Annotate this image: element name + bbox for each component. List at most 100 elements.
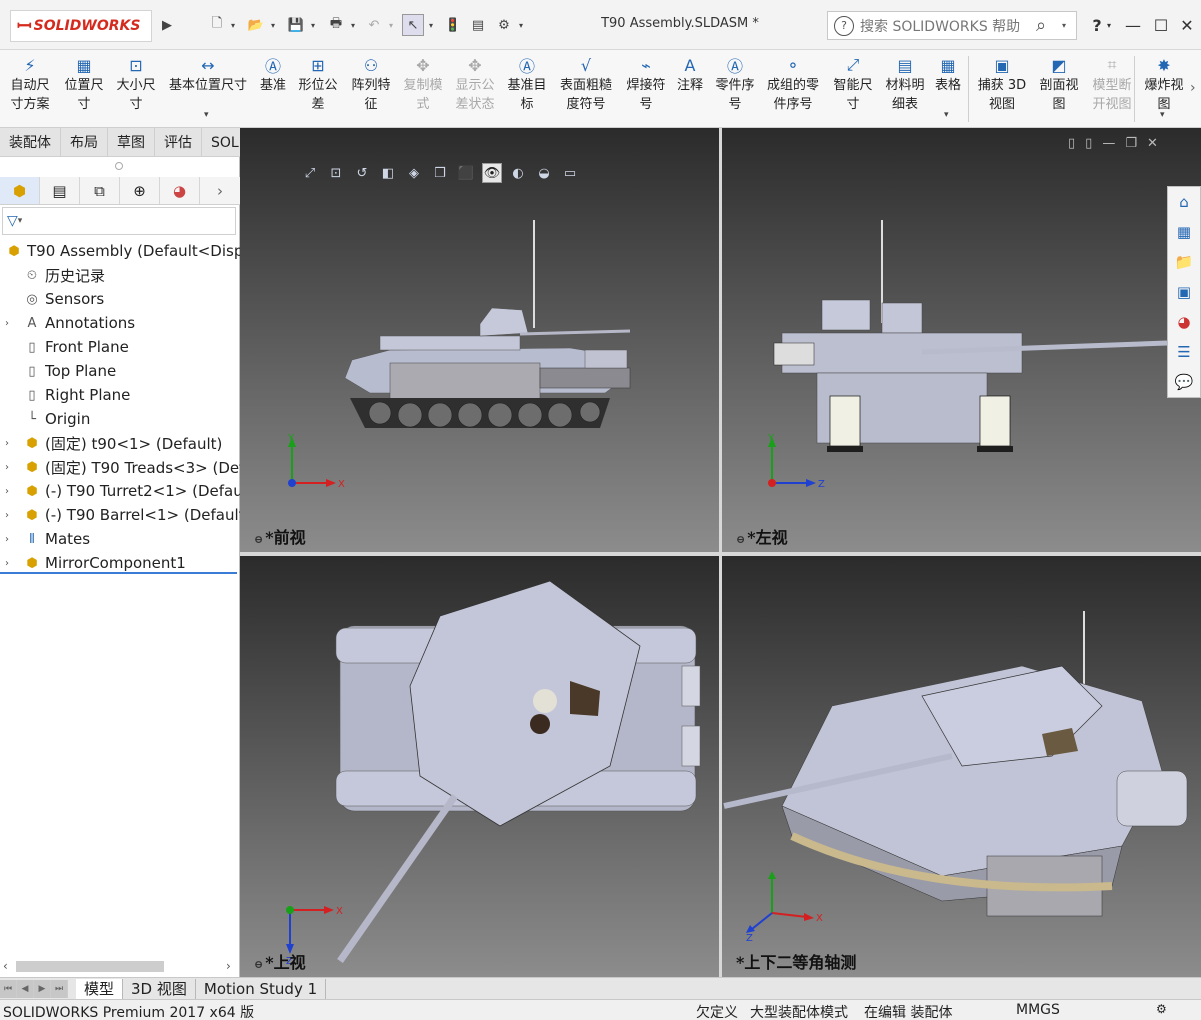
- tree-node[interactable]: › ⬢ (-) T90 Turret2<1> (Defau: [0, 479, 250, 503]
- solidworks-resources-icon[interactable]: ⌂: [1168, 187, 1200, 217]
- tree-node[interactable]: ◎ Sensors: [0, 287, 250, 311]
- cmd-table-button[interactable]: ▦ 表格: [930, 54, 966, 95]
- file-properties-icon[interactable]: ▤: [468, 14, 488, 36]
- two-view-icon[interactable]: ▯: [1085, 136, 1092, 151]
- tab-3[interactable]: 评估: [155, 128, 202, 156]
- select-pointer-icon[interactable]: ↖: [402, 14, 424, 36]
- cmd-dropdown-icon[interactable]: ▾: [204, 110, 209, 120]
- cmd-tolerance-status-button[interactable]: ✥ 显示公 差状态: [450, 54, 500, 114]
- last-tab-arrow-icon[interactable]: ⏭: [51, 979, 68, 998]
- display-manager-tab-icon[interactable]: ◕: [160, 177, 200, 204]
- single-view-icon[interactable]: ▯: [1068, 136, 1075, 151]
- status-settings-icon[interactable]: ⚙: [1156, 1002, 1167, 1016]
- restore-button[interactable]: ☐: [1150, 14, 1172, 36]
- viewport-horizontal-splitter[interactable]: [240, 552, 1201, 556]
- cmd-dropdown-icon[interactable]: ▾: [1160, 110, 1165, 120]
- cmd-bom-button[interactable]: ▤ 材料明 细表: [880, 54, 930, 114]
- zoom-to-area-icon[interactable]: ⊡: [326, 163, 346, 183]
- edit-appearance-icon[interactable]: ◐: [508, 163, 528, 183]
- link-views-icon[interactable]: ⊖: [736, 533, 745, 546]
- tree-node[interactable]: ⏲ 历史记录: [0, 263, 250, 287]
- cmd-copy-scheme-button[interactable]: ✥ 复制模 式: [398, 54, 448, 114]
- link-views-icon[interactable]: ⊖: [254, 958, 263, 971]
- cmd-autodim-button[interactable]: ⚡ 自动尺 寸方案: [4, 54, 56, 114]
- filter-icon[interactable]: ▽: [7, 213, 18, 229]
- cmd-weld-symbol-button[interactable]: ⌁ 焊接符 号: [620, 54, 672, 114]
- cmd-overflow-chevron-icon[interactable]: ›: [1190, 80, 1196, 96]
- dimxpert-tab-icon[interactable]: ⊕: [120, 177, 160, 204]
- expand-arrow-icon[interactable]: ›: [0, 486, 14, 497]
- dynamic-annotation-views-icon[interactable]: ◈: [404, 163, 424, 183]
- solidworks-forum-icon[interactable]: 💬: [1168, 367, 1200, 397]
- undo-icon[interactable]: ↶: [364, 14, 384, 36]
- custom-properties-icon[interactable]: ☰: [1168, 337, 1200, 367]
- cmd-gtol-button[interactable]: ⊞ 形位公 差: [293, 54, 343, 114]
- cmd-basic-location-dim-button[interactable]: ↔ 基本位置尺寸: [162, 54, 254, 95]
- options-gear-icon[interactable]: ⚙: [494, 14, 514, 36]
- search-icon[interactable]: ⌕: [1036, 15, 1062, 36]
- cmd-section-view-button[interactable]: ◩ 剖面视 图: [1033, 54, 1085, 114]
- tree-node[interactable]: › ⬢ (固定) t90<1> (Default): [0, 431, 250, 455]
- expand-arrow-icon[interactable]: ›: [0, 318, 14, 329]
- bottom-tab-1[interactable]: 3D 视图: [123, 978, 196, 999]
- viewport-isometric[interactable]: X Z *上下二等角轴测: [722, 556, 1201, 977]
- prev-tab-arrow-icon[interactable]: ◀: [17, 979, 34, 998]
- tab-0[interactable]: 装配体: [0, 128, 61, 156]
- cmd-datum-button[interactable]: Ⓐ 基准: [255, 54, 291, 95]
- zoom-to-fit-icon[interactable]: ⤢: [300, 163, 320, 183]
- file-explorer-icon[interactable]: 📁: [1168, 247, 1200, 277]
- select-dropdown-icon[interactable]: ▾: [426, 14, 436, 36]
- cmd-model-break-view-button[interactable]: ⌗ 模型断 开视图: [1086, 54, 1138, 114]
- close-button[interactable]: ✕: [1176, 14, 1198, 36]
- open-dropdown-icon[interactable]: ▾: [268, 14, 278, 36]
- save-dropdown-icon[interactable]: ▾: [308, 14, 318, 36]
- cmd-stacked-balloon-button[interactable]: ⚬ 成组的零 件序号: [762, 54, 824, 114]
- expand-arrow-icon[interactable]: ›: [0, 534, 14, 545]
- view-settings-icon[interactable]: ▭: [560, 163, 580, 183]
- solidworks-logo[interactable]: ꟷ SOLIDWORKS: [10, 10, 152, 42]
- status-units[interactable]: MMGS: [1016, 1002, 1060, 1018]
- more-tabs-chevron-icon[interactable]: ›: [200, 177, 240, 204]
- cmd-size-dim-button[interactable]: ⊡ 大小尺 寸: [110, 54, 162, 114]
- configuration-manager-tab-icon[interactable]: ⧉: [80, 177, 120, 204]
- design-library-icon[interactable]: ▦: [1168, 217, 1200, 247]
- cmd-note-button[interactable]: A 注释: [672, 54, 708, 95]
- property-manager-tab-icon[interactable]: ▤: [40, 177, 80, 204]
- cmd-dropdown-icon[interactable]: ▾: [944, 110, 949, 120]
- cmd-surface-finish-button[interactable]: √ 表面粗糙 度符号: [554, 54, 618, 114]
- filter-dropdown-icon[interactable]: ▾: [18, 216, 23, 226]
- tree-node[interactable]: › ⫴ Mates: [0, 527, 250, 551]
- vp-minimize-icon[interactable]: —: [1102, 136, 1115, 151]
- vp-close-icon[interactable]: ✕: [1147, 136, 1158, 151]
- expand-arrow-icon[interactable]: ›: [0, 510, 14, 521]
- minimize-button[interactable]: —: [1122, 14, 1144, 36]
- tree-node[interactable]: ▯ Right Plane: [0, 383, 250, 407]
- bottom-tab-2[interactable]: Motion Study 1: [196, 978, 327, 999]
- help-dropdown-icon[interactable]: ▾: [1104, 14, 1114, 36]
- tree-node[interactable]: › ⬢ (固定) T90 Treads<3> (Def: [0, 455, 250, 479]
- section-view-hud-icon[interactable]: ◧: [378, 163, 398, 183]
- scroll-left-icon[interactable]: ‹: [3, 959, 8, 973]
- tree-node[interactable]: └ Origin: [0, 407, 250, 431]
- menu-expand-arrow-icon[interactable]: ▶: [160, 14, 174, 36]
- cmd-smart-dimension-button[interactable]: ⤢ 智能尺 寸: [828, 54, 878, 114]
- new-document-icon[interactable]: 🗋: [208, 14, 226, 36]
- apply-scene-icon[interactable]: ◒: [534, 163, 554, 183]
- expand-arrow-icon[interactable]: ›: [0, 462, 14, 473]
- link-views-icon[interactable]: ⊖: [254, 533, 263, 546]
- search-dropdown-icon[interactable]: ▾: [1062, 21, 1076, 30]
- view-palette-icon[interactable]: ▣: [1168, 277, 1200, 307]
- view-orientation-icon[interactable]: ❒: [430, 163, 450, 183]
- feature-tree-tab-icon[interactable]: ⬢: [0, 177, 40, 204]
- tree-filter[interactable]: ▽ ▾: [2, 207, 236, 235]
- first-tab-arrow-icon[interactable]: ⏮: [0, 979, 17, 998]
- search-placeholder[interactable]: 搜索 SOLIDWORKS 帮助: [854, 16, 1036, 36]
- scroll-right-icon[interactable]: ›: [226, 959, 231, 973]
- cmd-balloon-button[interactable]: Ⓐ 零件序 号: [710, 54, 760, 114]
- viewport-top[interactable]: X Z ⊖ *上视: [240, 556, 719, 977]
- tree-horizontal-scrollbar[interactable]: ‹ ›: [0, 957, 240, 975]
- appearances-scenes-icon[interactable]: ◕: [1168, 307, 1200, 337]
- tree-node[interactable]: ▯ Front Plane: [0, 335, 250, 359]
- tab-1[interactable]: 布局: [61, 128, 108, 156]
- options-dropdown-icon[interactable]: ▾: [516, 14, 526, 36]
